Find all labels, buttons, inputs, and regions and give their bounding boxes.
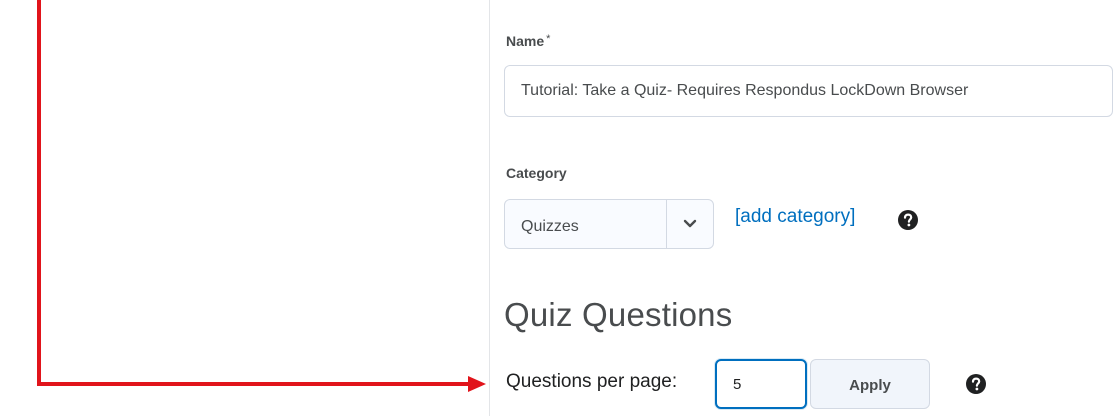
questions-per-page-input[interactable]	[715, 359, 807, 409]
chevron-down-icon	[667, 200, 713, 248]
category-label: Category	[506, 165, 567, 181]
name-label-text: Name	[506, 33, 545, 49]
add-category-link[interactable]: [add category]	[735, 206, 855, 228]
category-select[interactable]: Quizzes	[504, 199, 714, 249]
panel-divider	[489, 0, 490, 416]
screenshot-stage: Name* Category Quizzes [add category] Qu…	[0, 0, 1117, 416]
required-marker: *	[546, 33, 551, 45]
annotation-arrow-vertical	[37, 0, 41, 386]
annotation-arrow-head	[468, 376, 486, 392]
category-select-value: Quizzes	[521, 218, 579, 235]
name-input[interactable]	[504, 65, 1113, 117]
help-circle-icon[interactable]	[966, 374, 986, 394]
section-title-quiz-questions: Quiz Questions	[504, 296, 733, 333]
annotation-arrow-horizontal	[37, 382, 471, 386]
apply-button[interactable]: Apply	[810, 359, 930, 409]
questions-per-page-label: Questions per page:	[506, 371, 678, 392]
name-label: Name *	[506, 33, 550, 49]
help-circle-icon[interactable]	[898, 210, 918, 230]
